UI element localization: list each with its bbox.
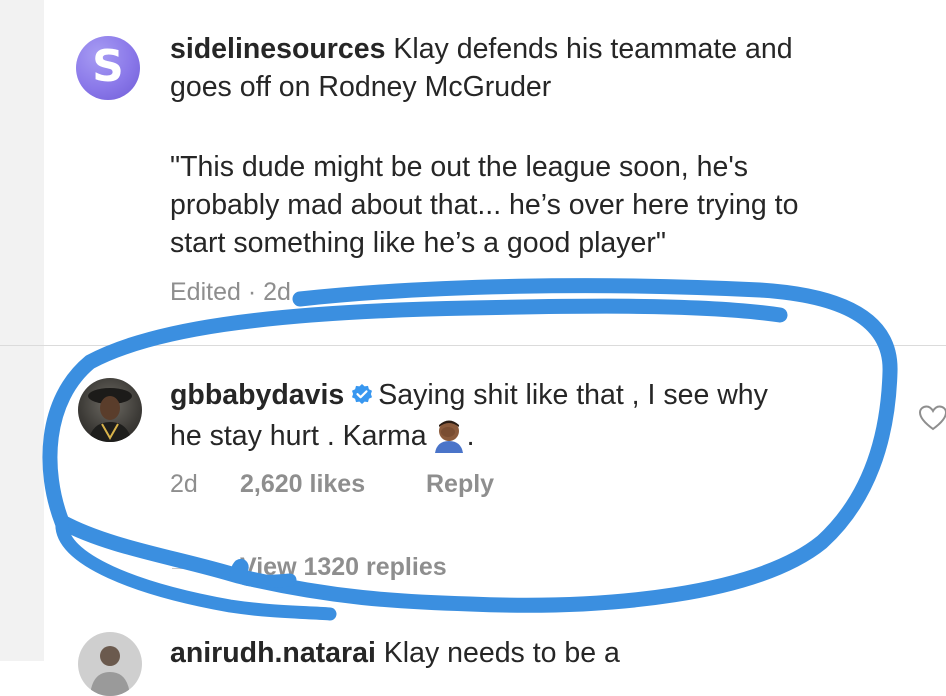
quote-line-1: "This dude might be out the league soon,… [170,151,749,183]
next-comment-line: Klay needs to be a [383,637,620,669]
caption-text: sidelinesources Klay defends his teammat… [170,30,793,106]
face-palm-emoji-icon [431,417,467,463]
quote-line-3: start something like he’s a good player" [170,227,666,259]
comment-text: gbbabydavis Saying shit like that , I see… [170,376,768,463]
caption-quote: "This dude might be out the league soon,… [170,148,798,262]
quote-line-2: probably mad about that... he’s over her… [170,189,799,221]
comment-line-2: he stay hurt . Karma [170,420,427,452]
comment-author-username[interactable]: gbbabydavis [170,379,344,411]
caption-line-1: Klay defends his teammate and [393,33,793,65]
view-replies-button[interactable]: View 1320 replies [240,553,447,582]
post-author-username[interactable]: sidelinesources [170,33,385,65]
comment-likes-count[interactable]: 2,620 likes [240,470,365,499]
post-edited-meta: Edited · 2d [170,278,291,306]
comments-divider [0,345,946,346]
avatar-sidelinesources[interactable]: S [76,36,140,100]
verified-badge-icon [350,379,374,417]
like-heart-icon[interactable] [918,404,946,437]
next-comment-text: anirudh.natarai Klay needs to be a [170,634,620,672]
comment-timestamp: 2d [170,470,198,498]
comment-line-2-end: . [466,420,475,452]
post-caption: S sidelinesources Klay defends his teamm… [0,0,946,345]
avatar-anirudh[interactable] [78,632,142,696]
comment-line-1: Saying shit like that , I see why [378,379,768,411]
replies-line [172,568,226,569]
comment-reply-button[interactable]: Reply [426,470,494,499]
avatar-gbbabydavis[interactable] [78,378,142,442]
caption-line-2: goes off on Rodney McGruder [170,71,552,103]
next-comment-author-username[interactable]: anirudh.natarai [170,637,376,669]
